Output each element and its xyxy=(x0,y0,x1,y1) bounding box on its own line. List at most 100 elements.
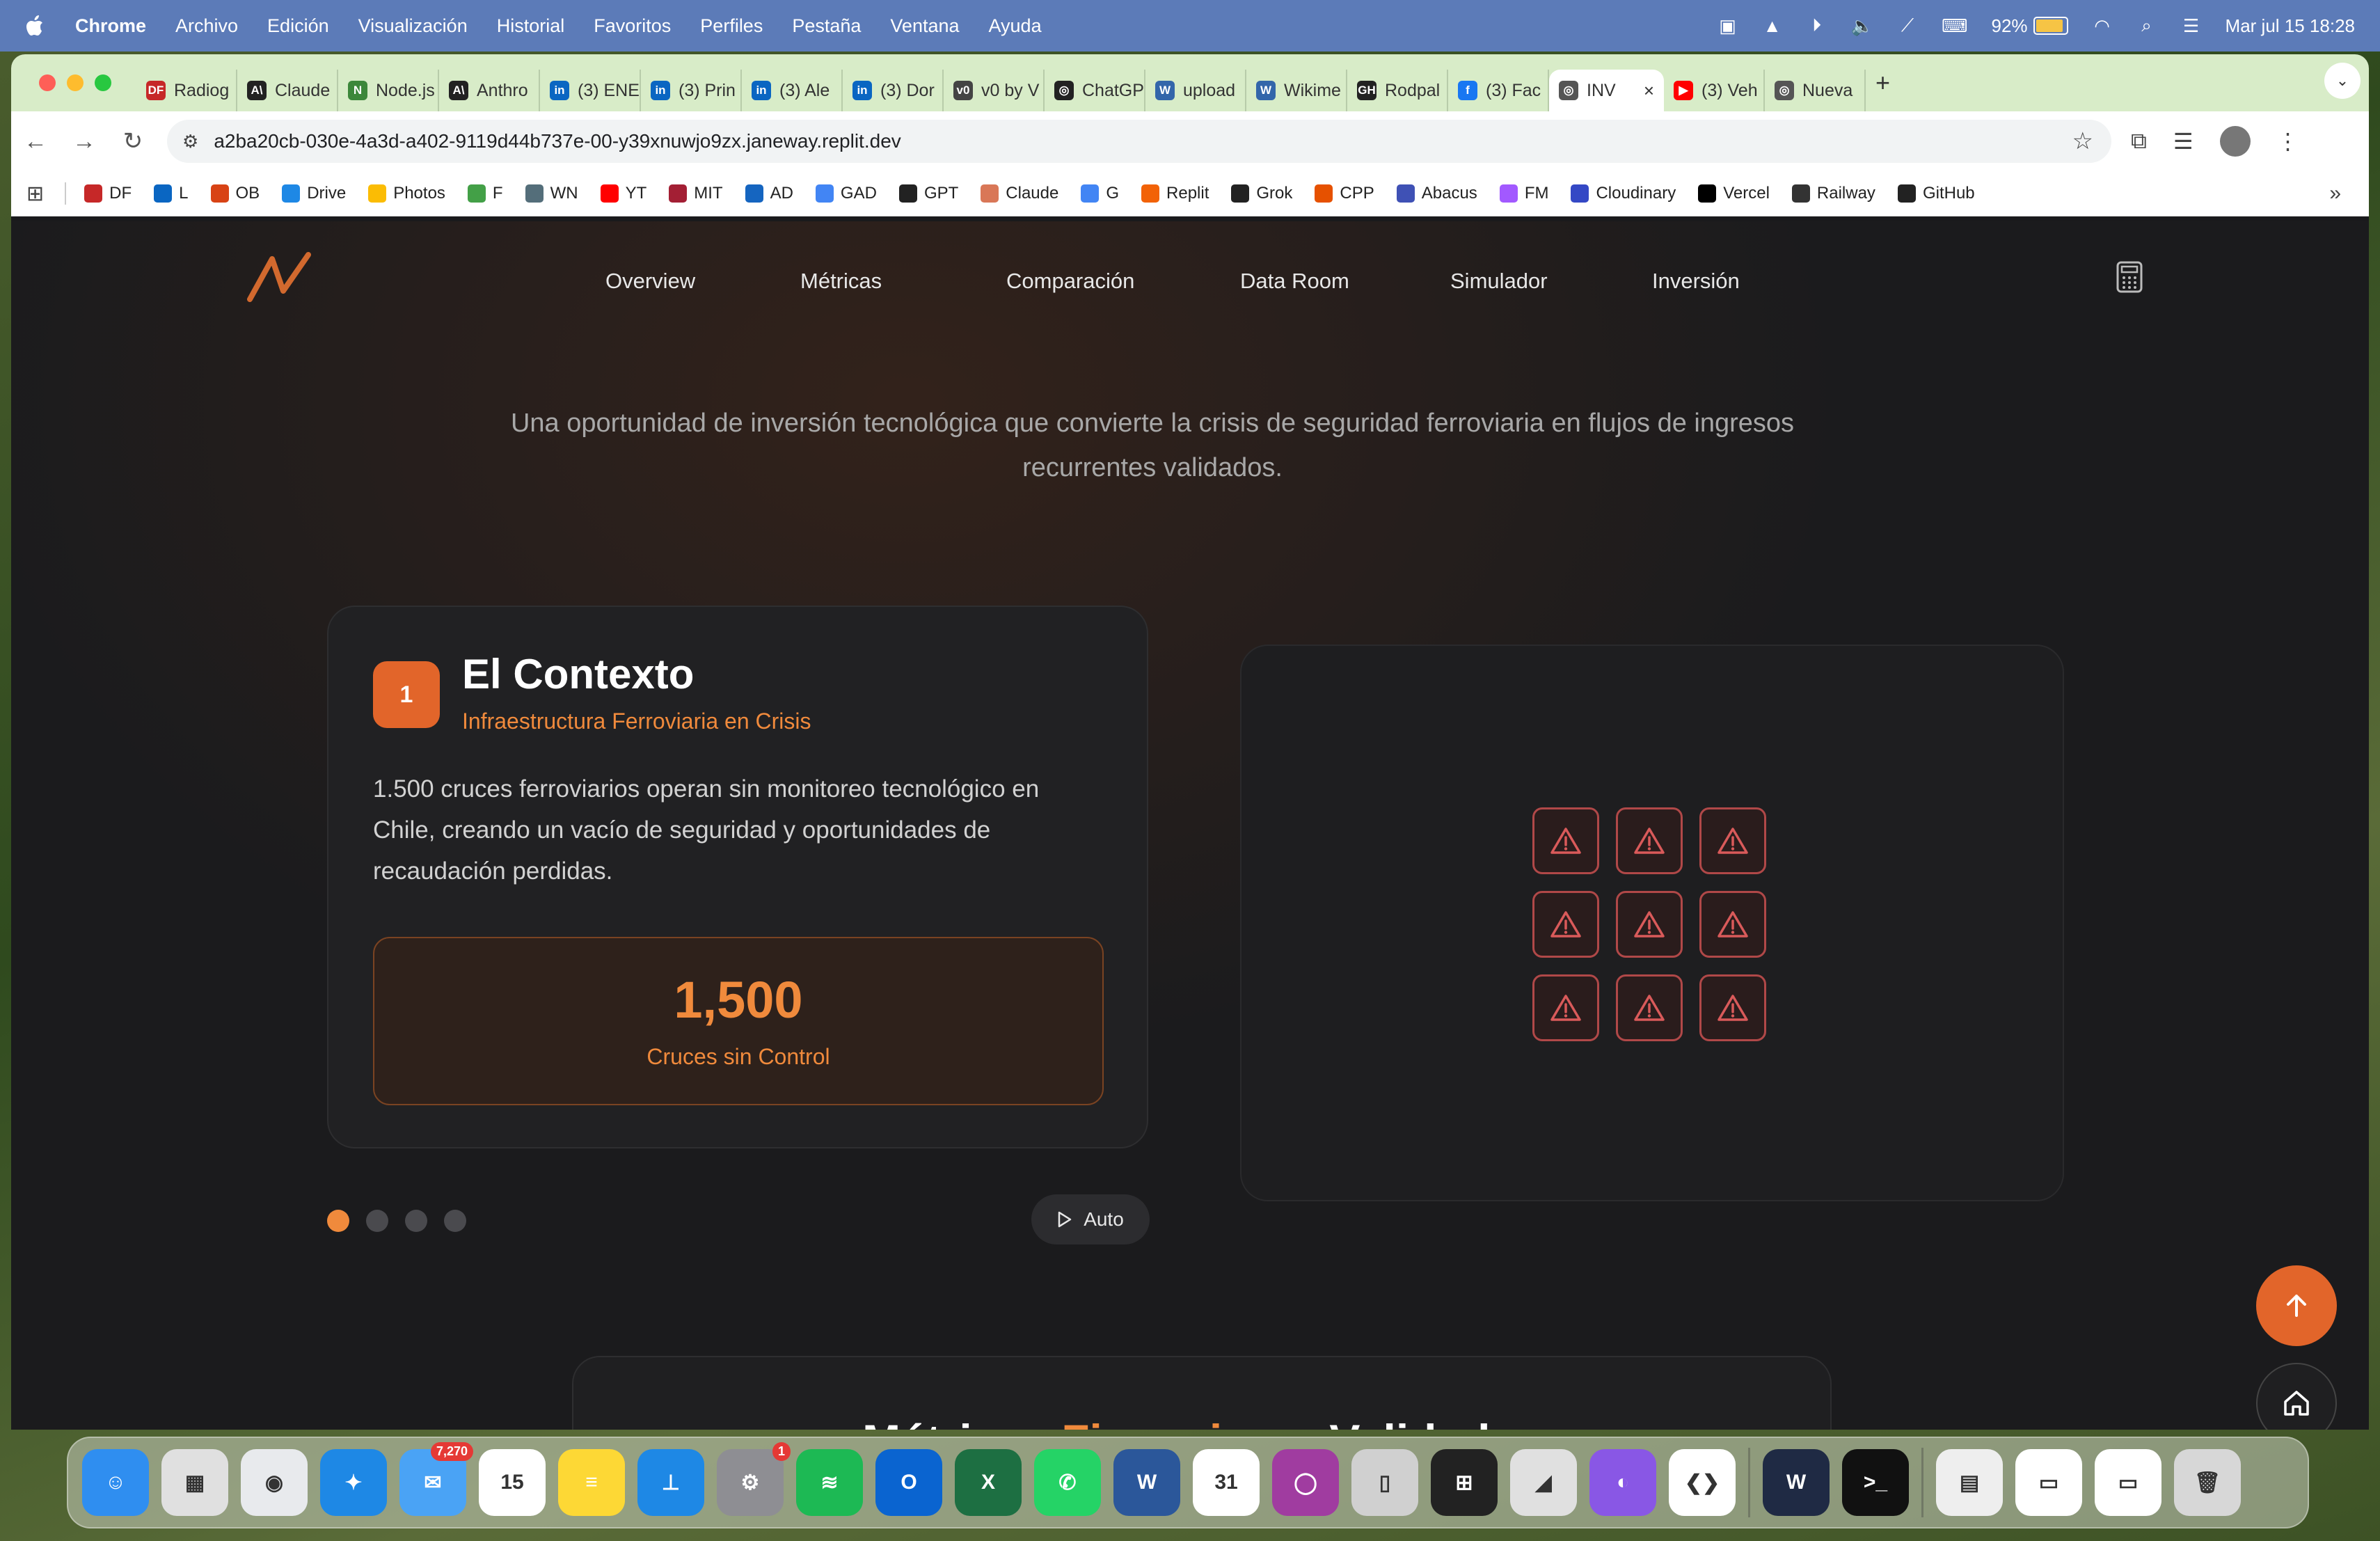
bookmark-item[interactable]: WN xyxy=(525,184,578,203)
mail-window-2-icon[interactable]: ▭ xyxy=(2095,1449,2161,1516)
terminal-icon[interactable]: >_ xyxy=(1842,1449,1909,1516)
reading-list-icon[interactable]: ☰ xyxy=(2173,128,2193,155)
outlook-status-icon[interactable]: ▣ xyxy=(1717,15,1738,37)
forward-arrow-icon[interactable]: → xyxy=(60,128,109,155)
menu-item[interactable]: Ventana xyxy=(890,15,959,37)
excel-icon[interactable]: X xyxy=(955,1449,1022,1516)
browser-tab[interactable]: Wupload xyxy=(1145,70,1246,111)
calculator-icon[interactable] xyxy=(2116,260,2143,294)
wifi-icon[interactable]: ◠ xyxy=(2092,15,2113,37)
screen-recorder-icon[interactable]: ◯ xyxy=(1272,1449,1339,1516)
scroll-to-top-button[interactable] xyxy=(2256,1265,2337,1346)
menu-app-name[interactable]: Chrome xyxy=(75,15,146,37)
fantastical-icon[interactable]: 31 xyxy=(1193,1449,1260,1516)
tab-active[interactable]: ◎ INV × xyxy=(1549,70,1664,111)
browser-tab[interactable]: ▶ (3) Veh xyxy=(1664,70,1765,111)
close-window-button[interactable] xyxy=(39,74,56,91)
browser-tab[interactable]: in (3) Prin xyxy=(641,70,742,111)
bookmark-item[interactable]: AD xyxy=(745,184,793,203)
bookmark-item[interactable]: Vercel xyxy=(1698,184,1770,203)
bookmark-item[interactable]: Photos xyxy=(368,184,445,203)
bookmark-item[interactable]: GitHub xyxy=(1897,184,1975,203)
menu-item[interactable]: Historial xyxy=(497,15,565,37)
carousel-dot[interactable] xyxy=(444,1210,466,1232)
bookmark-item[interactable]: Railway xyxy=(1791,184,1875,203)
site-logo-icon[interactable] xyxy=(244,249,321,305)
nav-link[interactable]: Métricas xyxy=(800,269,1006,294)
minimize-window-button[interactable] xyxy=(67,74,84,91)
browser-tab[interactable]: in (3) Ale xyxy=(742,70,843,111)
keynote-icon[interactable]: ⊥ xyxy=(637,1449,704,1516)
bookmark-item[interactable]: G xyxy=(1081,184,1119,203)
bookmark-star-icon[interactable]: ☆ xyxy=(2072,127,2093,155)
nav-link[interactable]: Simulador xyxy=(1450,269,1652,294)
bookmark-item[interactable]: CPP xyxy=(1315,184,1374,203)
profile-avatar[interactable] xyxy=(2219,126,2251,157)
launchpad-icon[interactable]: ▦ xyxy=(161,1449,228,1516)
drive-status-icon[interactable]: ▲ xyxy=(1762,15,1783,37)
github-desktop-icon[interactable]: ◐ xyxy=(1589,1449,1656,1516)
menubar-clock[interactable]: Mar jul 15 18:28 xyxy=(2226,15,2355,37)
calendar-icon[interactable]: 15 xyxy=(479,1449,546,1516)
whatsapp-icon[interactable]: ✆ xyxy=(1034,1449,1101,1516)
carousel-dot[interactable] xyxy=(405,1210,427,1232)
chrome-icon[interactable]: ◉ xyxy=(241,1449,308,1516)
bookmark-item[interactable]: OB xyxy=(210,184,260,203)
browser-tab[interactable]: A\ Anthro xyxy=(439,70,540,111)
bookmark-item[interactable]: GPT xyxy=(898,184,958,203)
browser-tab[interactable]: in (3) Dor xyxy=(843,70,944,111)
new-tab-button[interactable]: + xyxy=(1875,68,1890,97)
battery-indicator[interactable]: 92% xyxy=(1992,15,2068,37)
extensions-icon[interactable]: ⧉ xyxy=(2131,128,2147,155)
bookmark-item[interactable]: Replit xyxy=(1141,184,1209,203)
browser-tab[interactable]: ◎ ChatGP xyxy=(1045,70,1145,111)
carousel-dot[interactable] xyxy=(327,1210,349,1232)
system-settings-icon[interactable]: ⚙ 1 xyxy=(717,1442,791,1516)
autoplay-button[interactable]: Auto xyxy=(1031,1194,1150,1244)
bookmark-item[interactable]: F xyxy=(467,184,503,203)
volume-icon[interactable]: 🔈 xyxy=(1851,15,1873,37)
mail-window-icon[interactable]: ▭ xyxy=(2015,1449,2082,1516)
windsurf-icon[interactable]: W xyxy=(1763,1449,1830,1516)
mail-icon[interactable]: ✉ 7,270 xyxy=(399,1442,473,1516)
menu-item[interactable]: Edición xyxy=(267,15,329,37)
tab-search-button[interactable]: ⌄ xyxy=(2324,63,2361,99)
nav-link[interactable]: Data Room xyxy=(1240,269,1450,294)
bookmark-item[interactable]: Cloudinary xyxy=(1571,184,1676,203)
menu-item[interactable]: Perfiles xyxy=(700,15,763,37)
bookmark-item[interactable]: MIT xyxy=(669,184,723,203)
outlook-icon[interactable]: O xyxy=(875,1449,942,1516)
zoom-window-button[interactable] xyxy=(95,74,111,91)
bookmark-item[interactable]: Abacus xyxy=(1396,184,1477,203)
tableplus-icon[interactable]: ⊞ xyxy=(1431,1449,1498,1516)
spotify-icon[interactable]: ≋ xyxy=(796,1449,863,1516)
menu-item[interactable]: Archivo xyxy=(175,15,238,37)
address-bar[interactable]: ⚙ a2ba20cb-030e-4a3d-a402-9119d44b737e-0… xyxy=(167,120,2111,163)
document-stack-icon[interactable]: ▤ xyxy=(1936,1449,2003,1516)
bookmark-item[interactable]: L xyxy=(154,184,189,203)
word-icon[interactable]: W xyxy=(1113,1449,1180,1516)
browser-tab[interactable]: f (3) Fac xyxy=(1448,70,1549,111)
keyboard-icon[interactable]: ⌨ xyxy=(1942,15,1968,37)
browser-tab[interactable]: A\ Claude xyxy=(237,70,338,111)
address-url[interactable]: a2ba20cb-030e-4a3d-a402-9119d44b737e-00-… xyxy=(214,130,901,152)
menu-item[interactable]: Visualización xyxy=(358,15,468,37)
bookmark-item[interactable]: Drive xyxy=(282,184,346,203)
bookmark-item[interactable]: Grok xyxy=(1231,184,1292,203)
bookmark-item[interactable]: GAD xyxy=(815,184,877,203)
apple-menu-icon[interactable] xyxy=(24,14,65,38)
menu-item[interactable]: Pestaña xyxy=(792,15,861,37)
browser-tab[interactable]: GH Rodpal xyxy=(1347,70,1448,111)
iphone-mirroring-icon[interactable]: ▯ xyxy=(1351,1449,1418,1516)
back-arrow-icon[interactable]: ← xyxy=(11,128,60,155)
safari-icon[interactable]: ✦ xyxy=(320,1449,387,1516)
site-info-icon[interactable]: ⚙ xyxy=(182,131,198,152)
chrome-menu-icon[interactable]: ⋮ xyxy=(2277,128,2299,155)
bookmark-item[interactable]: YT xyxy=(600,184,646,203)
browser-tab[interactable]: N Node.js xyxy=(338,70,439,111)
spotlight-search-icon[interactable]: ⌕ xyxy=(2136,15,2157,37)
apps-grid-icon[interactable]: ⊞ xyxy=(26,182,44,206)
reload-icon[interactable]: ↻ xyxy=(109,127,157,155)
cursor-icon[interactable]: ◢ xyxy=(1510,1449,1577,1516)
play-status-icon[interactable]: ⏵ xyxy=(1807,15,1827,37)
